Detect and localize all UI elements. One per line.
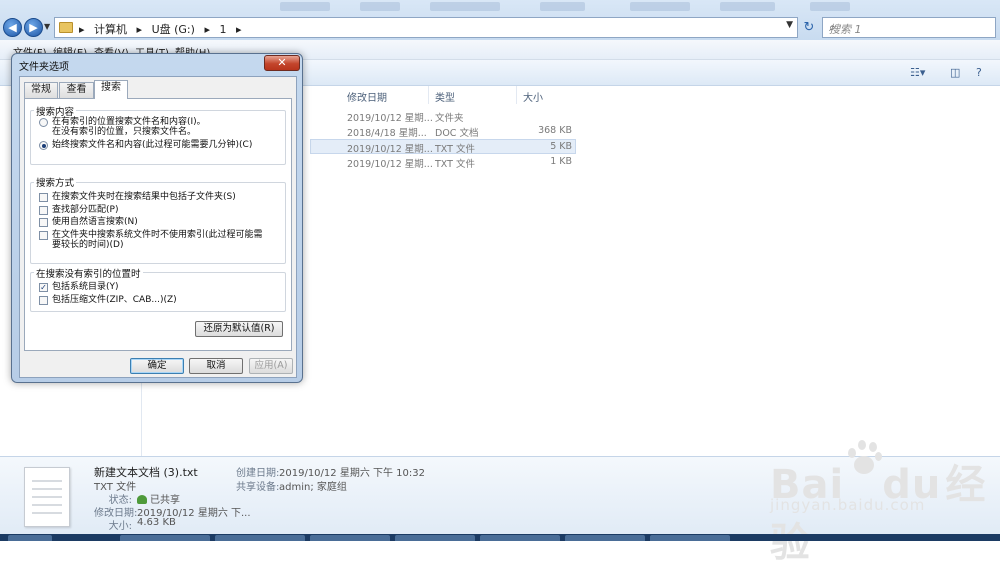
view-options-icon[interactable]: ☷▾ [910, 66, 926, 79]
baidu-watermark: Bai du 经验 jingyan.baidu.com [770, 440, 990, 566]
file-date: 2019/10/12 星期... [347, 113, 433, 124]
file-row[interactable]: 2019/10/12 星期... 文件夹 [310, 109, 576, 124]
column-divider[interactable] [428, 86, 429, 104]
group-label: 搜索方式 [34, 175, 77, 189]
checkbox-system-dirs[interactable]: ✓ [39, 283, 48, 292]
details-size-label: 大小: [108, 521, 132, 532]
paw-logo-icon [844, 438, 884, 478]
taskbar-item[interactable] [650, 535, 730, 541]
taskbar-start[interactable] [8, 535, 52, 541]
details-created-value: 2019/10/12 星期六 下午 10:32 [279, 468, 425, 479]
group-label: 在搜索没有索引的位置时 [34, 266, 143, 280]
file-size: 1 KB [550, 156, 572, 167]
option-indexed-line2: 在没有索引的位置，只搜索文件名。 [52, 127, 197, 137]
taskbar-item[interactable] [480, 535, 560, 541]
taskbar-item[interactable] [120, 535, 210, 541]
taskbar [0, 534, 1000, 541]
column-size[interactable]: 大小 [523, 89, 543, 104]
refresh-icon[interactable]: ↻ [800, 18, 818, 37]
address-bar[interactable]: ▸ 计算机 ▸ U盘 (G:) ▸ 1 ▸ ▼ [54, 17, 798, 38]
breadcrumb-folder[interactable]: 1 [219, 23, 226, 36]
file-row[interactable]: 2019/10/12 星期... TXT 文件 1 KB [310, 155, 576, 170]
text-file-icon [24, 467, 70, 527]
search-tab-panel: 搜索内容 在有索引的位置搜索文件名和内容(I)。 在没有索引的位置，只搜索文件名… [24, 98, 292, 351]
file-size: 5 KB [550, 141, 572, 152]
column-type[interactable]: 类型 [435, 89, 455, 104]
taskbar-item[interactable] [565, 535, 645, 541]
dialog-title: 文件夹选项 [19, 62, 69, 73]
checkbox-compressed[interactable] [39, 296, 48, 305]
file-size: 368 KB [538, 125, 572, 136]
taskbar-item[interactable] [215, 535, 305, 541]
breadcrumb-arrow-icon[interactable]: ▸ [236, 23, 242, 36]
option-subfolders[interactable]: 在搜索文件夹时在搜索结果中包括子文件夹(S) [52, 192, 236, 203]
background-taskbar-ghost [250, 0, 1000, 14]
checkbox-subfolders[interactable] [39, 193, 48, 202]
checkbox-partial-match[interactable] [39, 206, 48, 215]
forward-button[interactable]: ▶ [24, 18, 43, 37]
file-type: TXT 文件 [435, 159, 475, 170]
checkbox-natural-language[interactable] [39, 218, 48, 227]
chevron-down-icon[interactable]: ▼ [786, 20, 793, 30]
option-compressed[interactable]: 包括压缩文件(ZIP、CAB...)(Z) [52, 295, 177, 306]
column-date[interactable]: 修改日期 [347, 89, 387, 104]
tab-search[interactable]: 搜索 [94, 80, 128, 99]
breadcrumb-drive[interactable]: U盘 (G:) [152, 23, 195, 36]
search-icon[interactable]: ⌕ [829, 20, 991, 35]
back-button[interactable]: ◀ [3, 18, 22, 37]
preview-pane-icon[interactable]: ◫ [950, 66, 966, 79]
file-date: 2019/10/12 星期... [347, 159, 433, 170]
radio-indexed-search[interactable] [39, 118, 48, 127]
apply-button[interactable]: 应用(A) [249, 358, 293, 374]
details-size-value: 4.63 KB [137, 517, 176, 528]
option-natural-language[interactable]: 使用自然语言搜索(N) [52, 217, 138, 228]
details-shared-label: 共享设备: [236, 482, 280, 493]
file-type: 文件夹 [435, 113, 464, 124]
taskbar-item[interactable] [310, 535, 390, 541]
dialog-body: 常规 查看 搜索 搜索内容 在有索引的位置搜索文件名和内容(I)。 在没有索引的… [19, 76, 297, 378]
ok-button[interactable]: 确定 [130, 358, 184, 374]
option-system-dirs[interactable]: 包括系统目录(Y) [52, 282, 119, 293]
radio-always-search[interactable] [39, 141, 48, 150]
taskbar-item[interactable] [395, 535, 475, 541]
watermark-url: jingyan.baidu.com [770, 496, 926, 514]
recent-pages-dropdown[interactable]: ▼ [44, 22, 50, 31]
restore-defaults-button[interactable]: 还原为默认值(R) [195, 321, 283, 337]
details-created-label: 创建日期: [236, 468, 280, 479]
file-row-selected[interactable]: 2019/10/12 星期... TXT 文件 5 KB [310, 139, 576, 155]
checkbox-no-index[interactable] [39, 231, 48, 240]
tab-view[interactable]: 查看 [59, 82, 94, 98]
file-row[interactable]: 2018/4/18 星期... DOC 文档 368 KB [310, 124, 576, 139]
file-date: 2019/10/12 星期... [347, 144, 433, 155]
close-button[interactable]: ✕ [264, 55, 300, 71]
folder-options-dialog: 文件夹选项 ✕ 常规 查看 搜索 搜索内容 在有索引的位置搜索文件名和内容(I)… [11, 53, 303, 383]
file-list-header: 修改日期 类型 大小 [342, 86, 1000, 104]
details-shared-value: admin; 家庭组 [279, 482, 347, 493]
shared-users-icon [137, 495, 147, 504]
file-type: DOC 文档 [435, 128, 479, 139]
option-always-search[interactable]: 始终搜索文件名和内容(此过程可能需要几分钟)(C) [52, 140, 252, 151]
option-no-index-line2: 要较长的时间)(D) [52, 240, 124, 250]
cancel-button[interactable]: 取消 [189, 358, 243, 374]
breadcrumb-arrow-icon[interactable]: ▸ [79, 23, 85, 36]
breadcrumb-arrow-icon[interactable]: ▸ [137, 23, 143, 36]
help-icon[interactable]: ? [976, 66, 992, 79]
folder-icon [59, 22, 73, 33]
tab-general[interactable]: 常规 [24, 82, 58, 98]
file-date: 2018/4/18 星期... [347, 128, 427, 139]
column-divider[interactable] [516, 86, 517, 104]
breadcrumb-arrow-icon[interactable]: ▸ [204, 23, 210, 36]
breadcrumb: ▸ 计算机 ▸ U盘 (G:) ▸ 1 ▸ [79, 21, 248, 37]
option-partial-match[interactable]: 查找部分匹配(P) [52, 205, 118, 216]
group-label: 搜索内容 [34, 104, 77, 118]
breadcrumb-computer[interactable]: 计算机 [94, 23, 127, 36]
file-type: TXT 文件 [435, 144, 475, 155]
search-input[interactable]: 搜索 1 ⌕ [822, 17, 996, 38]
